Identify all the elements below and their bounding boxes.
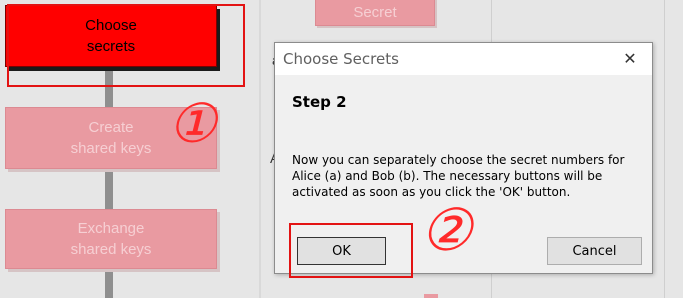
annotation-marker-1: ① — [168, 92, 217, 155]
annotation-marker-2: ② — [420, 196, 472, 264]
column-divider — [259, 0, 261, 298]
column-divider — [664, 0, 665, 298]
close-icon: ✕ — [623, 51, 637, 68]
close-button[interactable]: ✕ — [608, 43, 652, 75]
annotation-box-ok — [289, 223, 413, 278]
annotation-box-choose-secrets — [7, 4, 245, 87]
dialog-title: Choose Secrets — [283, 50, 399, 68]
dialog-titlebar: Choose Secrets ✕ — [275, 43, 652, 75]
partial-button-edge — [424, 294, 438, 298]
dialog-message: Now you can separately choose the secret… — [292, 153, 625, 199]
step-connector — [105, 172, 113, 210]
step-heading: Step 2 — [292, 93, 347, 111]
cancel-button[interactable]: Cancel — [547, 237, 642, 265]
secret-button[interactable]: Secret — [315, 0, 435, 26]
exchange-shared-keys-button[interactable]: Exchange shared keys — [5, 209, 217, 269]
step-connector — [105, 266, 113, 298]
